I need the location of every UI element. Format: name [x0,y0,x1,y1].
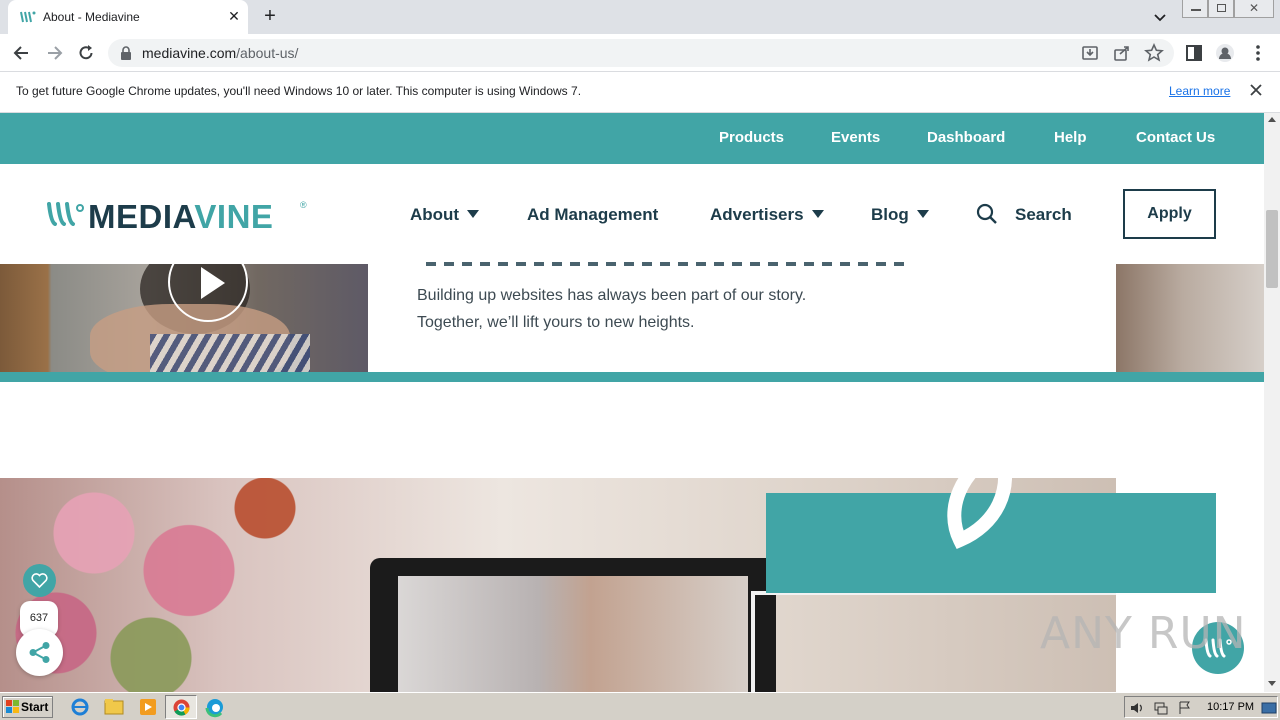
nav-blog-label: Blog [871,205,909,224]
nav-ad-management[interactable]: Ad Management [527,205,658,225]
internet-explorer-icon[interactable] [66,696,94,718]
volume-icon[interactable] [1129,700,1145,716]
nav-link-events[interactable]: Events [831,129,880,146]
close-icon[interactable] [1248,82,1264,98]
chevron-down-icon[interactable] [1152,9,1168,25]
registered-mark-icon: ® [300,200,307,210]
logo-wordmark: MEDIAVINE [88,198,273,236]
tab-title: About - Mediavine [43,10,140,24]
favorite-heart-button[interactable] [23,564,56,597]
hero-video-thumbnail[interactable] [0,264,368,372]
windows-taskbar: Start 10:17 PM [0,692,1280,720]
caret-down-icon [811,210,824,218]
utility-nav-bar: Products Events Dashboard Help Contact U… [0,113,1264,164]
bookmark-star-icon[interactable] [1144,43,1164,63]
forward-arrow-icon[interactable] [44,43,64,63]
teal-divider [0,372,1264,382]
url-path: /about-us/ [236,45,299,61]
caret-down-icon [467,210,480,218]
share-count: 637 [29,612,49,624]
chrome-taskbar-button[interactable] [165,695,197,719]
update-infobar: To get future Google Chrome updates, you… [0,72,1280,113]
file-explorer-icon[interactable] [100,696,128,718]
heart-icon [31,573,48,588]
new-tab-icon[interactable]: + [260,6,280,26]
search-icon[interactable] [976,203,998,225]
learn-more-link[interactable]: Learn more [1169,84,1230,98]
scroll-down-arrow-icon[interactable] [1268,681,1276,686]
infobar-message: To get future Google Chrome updates, you… [16,84,582,98]
network-icon[interactable] [1153,700,1169,716]
nav-link-products[interactable]: Products [719,129,784,146]
nav-about[interactable]: About [410,205,480,225]
browser-tab[interactable]: About - Mediavine ✕ [8,0,248,34]
hero-description-line-2: Together, we’ll lift yours to new height… [417,314,695,331]
url-text: mediavine.com/about-us/ [142,45,298,61]
striped-shirt-image [150,334,310,372]
url-host: mediavine.com [142,45,237,61]
hero-description-line-1: Building up websites has always been par… [417,287,807,304]
nav-link-dashboard[interactable]: Dashboard [927,129,1005,146]
reload-icon[interactable] [76,43,96,63]
leaf-icon [947,440,1012,550]
show-desktop-icon[interactable] [1261,700,1277,716]
page-scrollbar[interactable] [1264,113,1280,692]
share-page-icon[interactable] [1112,43,1132,63]
scroll-up-arrow-icon[interactable] [1268,117,1276,122]
start-label: Start [21,700,49,714]
restore-button[interactable] [1208,0,1234,18]
nav-blog[interactable]: Blog [871,205,929,225]
nav-about-label: About [410,205,460,224]
lock-icon[interactable] [120,46,132,60]
address-bar[interactable]: mediavine.com/about-us/ [108,39,1174,67]
side-panel-icon[interactable] [1184,43,1204,63]
system-tray: 10:17 PM [1124,696,1278,718]
window-close-button[interactable]: ✕ [1234,0,1274,18]
edge-icon[interactable] [201,696,229,718]
about-hero: Building up websites has always been par… [0,262,1264,372]
laptop-screen-image [398,576,748,692]
logo-wordmark-media: MEDIA [88,198,195,235]
hero-side-image [1116,264,1264,372]
nav-link-help[interactable]: Help [1054,129,1087,146]
page-viewport: Products Events Dashboard Help Contact U… [0,113,1264,692]
scrollbar-thumb[interactable] [1266,210,1278,288]
start-button[interactable]: Start [2,696,53,718]
browser-toolbar: mediavine.com/about-us/ [0,34,1280,72]
anyrun-watermark: ANY RUN [1040,608,1247,659]
minimize-button[interactable] [1182,0,1208,18]
windows-logo-icon [6,700,19,713]
mediavine-favicon-icon [20,11,36,23]
caret-down-icon [916,210,929,218]
chrome-icon [173,699,190,716]
mediavine-logo-mark-icon [47,202,84,226]
main-nav: MEDIAVINE ® About Ad Management Advertis… [0,164,1264,264]
logo-wordmark-vine: VINE [194,198,274,235]
tab-close-icon[interactable]: ✕ [226,8,242,24]
nav-advertisers-label: Advertisers [710,205,804,224]
profile-avatar-icon[interactable] [1215,43,1235,63]
search-button[interactable]: Search [1015,205,1072,225]
apply-button[interactable]: Apply [1123,189,1216,239]
share-icon [29,642,50,663]
action-center-flag-icon[interactable] [1177,700,1193,716]
back-arrow-icon[interactable] [12,43,32,63]
nav-advertisers[interactable]: Advertisers [710,205,824,225]
tab-strip: About - Mediavine ✕ + ✕ [0,0,1280,34]
install-app-icon[interactable] [1080,43,1100,63]
media-player-icon[interactable] [134,696,162,718]
share-button[interactable] [16,629,63,676]
kebab-menu-icon[interactable] [1248,43,1268,63]
taskbar-clock[interactable]: 10:17 PM [1207,701,1254,713]
nav-link-contact-us[interactable]: Contact Us [1136,129,1215,146]
